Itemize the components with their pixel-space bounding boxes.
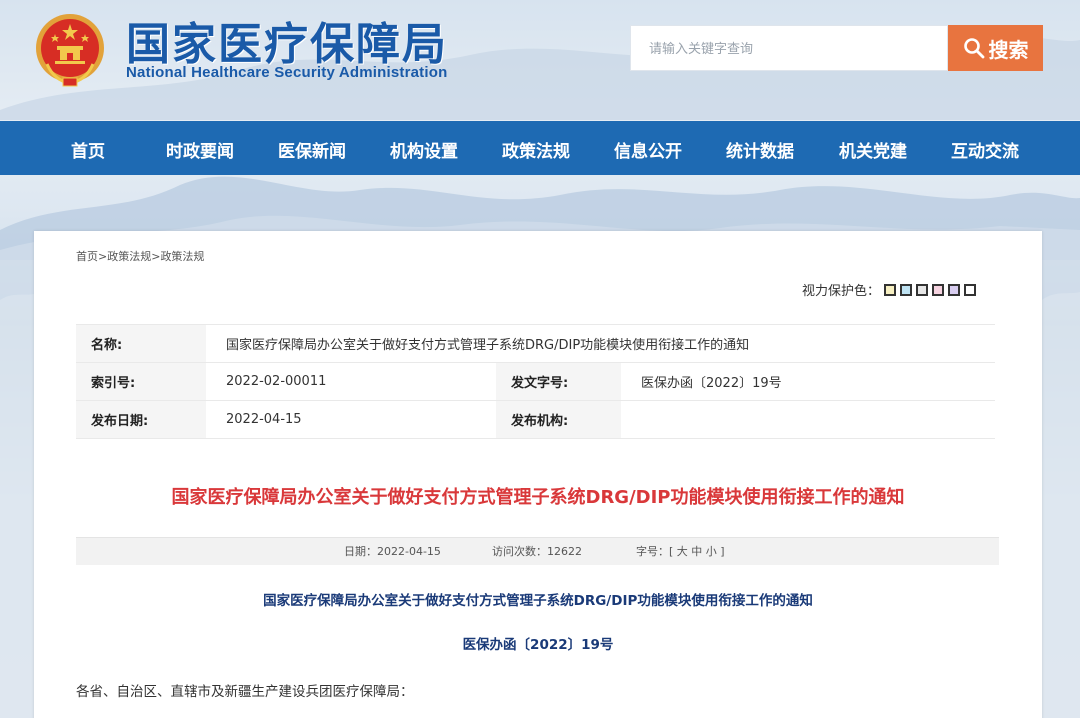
font-size-label: 字号：[ bbox=[636, 545, 674, 558]
nav-item-party-building[interactable]: 机关党建 bbox=[839, 137, 907, 162]
content-card: 首页>政策法规>政策法规 视力保护色： 名称: 国家医疗保障局办公室关于做好支付… bbox=[34, 231, 1042, 718]
meta-label-docno: 发文字号: bbox=[496, 362, 621, 401]
document-salutation: 各省、自治区、直辖市及新疆生产建设兵团医疗保障局： bbox=[76, 684, 414, 700]
nav-item-home[interactable]: 首页 bbox=[71, 137, 105, 162]
main-nav: 首页 时政要闻 医保新闻 机构设置 政策法规 信息公开 统计数据 机关党建 互动… bbox=[0, 121, 1080, 175]
search-icon bbox=[963, 38, 984, 59]
meta-row-name: 名称: 国家医疗保障局办公室关于做好支付方式管理子系统DRG/DIP功能模块使用… bbox=[76, 324, 995, 363]
color-swatch-pink[interactable] bbox=[932, 283, 945, 296]
color-swatch-purple[interactable] bbox=[948, 283, 961, 296]
meta-label-date: 发布日期: bbox=[76, 400, 206, 439]
search-button-label: 搜索 bbox=[988, 37, 1029, 62]
article-date-value: 2022-04-15 bbox=[377, 545, 441, 558]
meta-row-date: 发布日期: 2022-04-15 发布机构: bbox=[76, 400, 995, 439]
breadcrumb-home[interactable]: 首页 bbox=[76, 250, 98, 263]
article-visits-value: 12622 bbox=[547, 545, 582, 558]
color-swatch-white[interactable] bbox=[964, 283, 977, 296]
meta-value-date: 2022-04-15 bbox=[206, 400, 496, 439]
article-date: 日期：2022-04-15 bbox=[344, 538, 441, 566]
vision-protection: 视力保护色： bbox=[802, 280, 977, 299]
meta-label-org: 发布机构: bbox=[496, 400, 621, 439]
site-subtitle: National Healthcare Security Administrat… bbox=[126, 64, 448, 81]
article-title: 国家医疗保障局办公室关于做好支付方式管理子系统DRG/DIP功能模块使用衔接工作… bbox=[171, 487, 905, 508]
font-size-small[interactable]: 小 bbox=[706, 545, 717, 558]
color-swatch-gray[interactable] bbox=[916, 283, 929, 296]
nav-item-organization[interactable]: 机构设置 bbox=[390, 137, 458, 162]
meta-value-docno: 医保办函〔2022〕19号 bbox=[621, 362, 995, 401]
article-info-bar: 日期：2022-04-15 访问次数：12622 字号：[ 大 中 小 ] bbox=[76, 537, 999, 565]
meta-value-name: 国家医疗保障局办公室关于做好支付方式管理子系统DRG/DIP功能模块使用衔接工作… bbox=[206, 324, 995, 363]
nav-item-current-affairs[interactable]: 时政要闻 bbox=[166, 137, 234, 162]
search-input[interactable]: 请输入关键字查询 bbox=[630, 25, 948, 71]
document-meta-table: 名称: 国家医疗保障局办公室关于做好支付方式管理子系统DRG/DIP功能模块使用… bbox=[76, 324, 995, 439]
font-size-medium[interactable]: 中 bbox=[691, 545, 702, 558]
meta-row-index: 索引号: 2022-02-00011 发文字号: 医保办函〔2022〕19号 bbox=[76, 362, 995, 401]
font-size-end: ] bbox=[720, 545, 725, 558]
vision-protection-label: 视力保护色： bbox=[802, 284, 881, 299]
article-visits: 访问次数：12622 bbox=[492, 538, 582, 566]
breadcrumb: 首页>政策法规>政策法规 bbox=[76, 250, 205, 263]
article-visits-label: 访问次数： bbox=[492, 545, 547, 558]
nav-item-news[interactable]: 医保新闻 bbox=[278, 137, 346, 162]
meta-label-index: 索引号: bbox=[76, 362, 206, 401]
nav-item-policies[interactable]: 政策法规 bbox=[502, 137, 570, 162]
nav-item-statistics[interactable]: 统计数据 bbox=[726, 137, 794, 162]
nav-item-interaction[interactable]: 互动交流 bbox=[951, 137, 1019, 162]
article-date-label: 日期： bbox=[344, 545, 377, 558]
national-emblem-icon bbox=[36, 14, 104, 87]
font-size-large[interactable]: 大 bbox=[677, 545, 688, 558]
site-header: 国家医疗保障局 National Healthcare Security Adm… bbox=[0, 0, 1080, 120]
color-swatch-yellow[interactable] bbox=[884, 283, 897, 296]
font-size-control: 字号：[ 大 中 小 ] bbox=[636, 538, 725, 566]
nav-item-info-disclosure[interactable]: 信息公开 bbox=[614, 137, 682, 162]
search-button[interactable]: 搜索 bbox=[948, 25, 1043, 71]
breadcrumb-policies[interactable]: 政策法规 bbox=[107, 250, 151, 263]
site-title: 国家医疗保障局 bbox=[126, 19, 448, 70]
document-heading: 国家医疗保障局办公室关于做好支付方式管理子系统DRG/DIP功能模块使用衔接工作… bbox=[263, 593, 813, 609]
breadcrumb-current[interactable]: 政策法规 bbox=[160, 250, 204, 263]
meta-label-name: 名称: bbox=[76, 324, 206, 363]
document-number: 医保办函〔2022〕19号 bbox=[462, 637, 614, 653]
color-swatch-blue[interactable] bbox=[900, 283, 913, 296]
meta-value-index: 2022-02-00011 bbox=[206, 362, 496, 401]
meta-value-org bbox=[621, 400, 995, 439]
